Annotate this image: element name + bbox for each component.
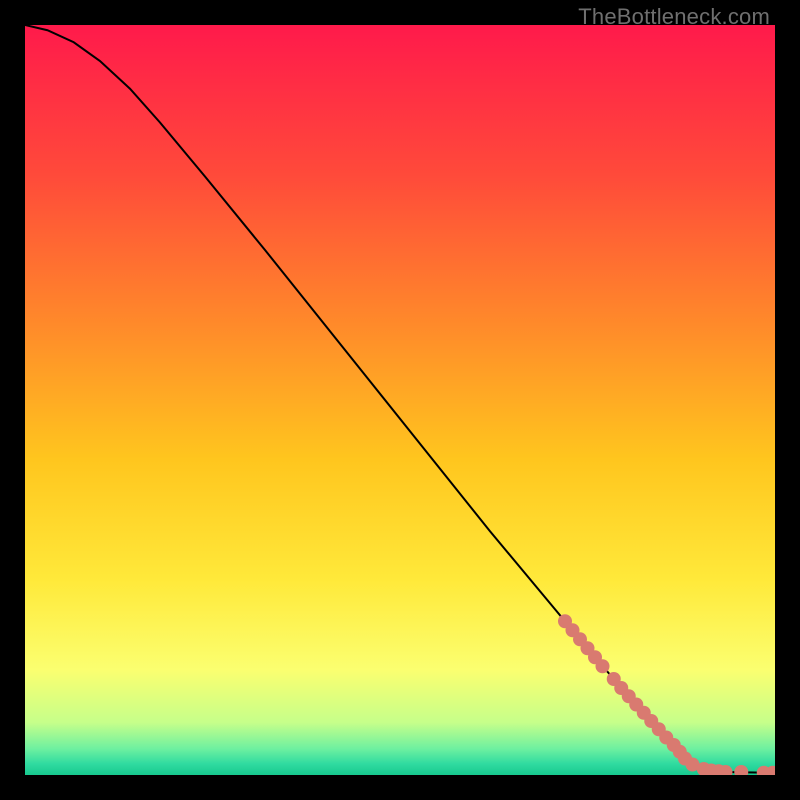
highlight-dot xyxy=(596,659,610,673)
chart-frame: TheBottleneck.com xyxy=(0,0,800,800)
gradient-background xyxy=(25,25,775,775)
plot-area xyxy=(25,25,775,775)
chart-svg xyxy=(25,25,775,775)
